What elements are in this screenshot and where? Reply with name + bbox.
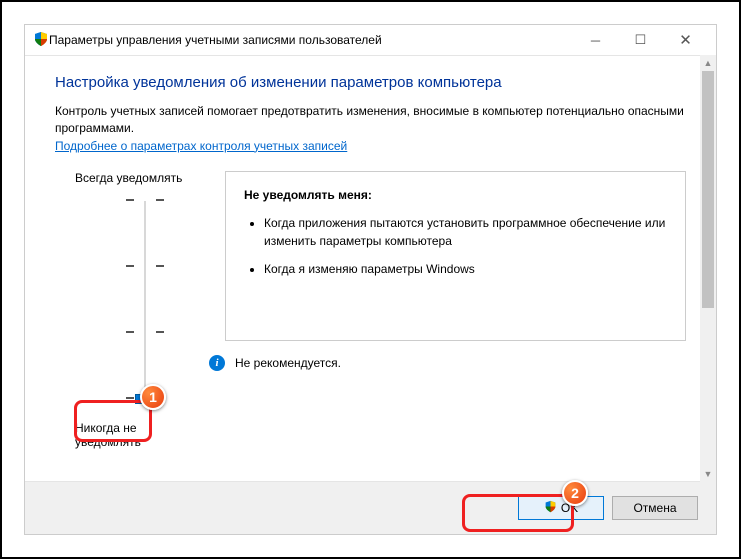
close-button[interactable]: ✕	[663, 25, 708, 55]
page-description: Контроль учетных записей помогает предот…	[55, 103, 686, 137]
annotation-badge-2: 2	[562, 480, 588, 506]
minimize-button[interactable]: ─	[573, 25, 618, 55]
maximize-button[interactable]: ☐	[618, 25, 663, 55]
scrollbar-thumb[interactable]	[702, 71, 714, 308]
ok-button[interactable]: OK	[518, 496, 604, 520]
shield-icon	[33, 31, 49, 50]
titlebar: Параметры управления учетными записями п…	[25, 25, 716, 55]
recommend-text: Не рекомендуется.	[235, 356, 341, 370]
uac-settings-window: Параметры управления учетными записями п…	[24, 24, 717, 535]
cancel-button[interactable]: Отмена	[612, 496, 698, 520]
uac-slider[interactable]	[85, 193, 205, 413]
info-bullet: Когда я изменяю параметры Windows	[264, 260, 667, 278]
footer: OK Отмена	[25, 482, 716, 534]
vertical-scrollbar[interactable]: ▲ ▼	[700, 55, 716, 482]
slider-label-bottom: Никогда не уведомлять	[75, 421, 205, 449]
cancel-label: Отмена	[633, 501, 676, 515]
info-icon: i	[209, 355, 225, 371]
content-area: Настройка уведомления об изменении парам…	[25, 56, 716, 481]
learn-more-link[interactable]: Подробнее о параметрах контроля учетных …	[55, 139, 347, 153]
slider-label-top: Всегда уведомлять	[75, 171, 205, 185]
info-panel: Не уведомлять меня: Когда приложения пыт…	[225, 171, 686, 341]
info-bullet: Когда приложения пытаются установить про…	[264, 214, 667, 250]
annotation-badge-1: 1	[140, 384, 166, 410]
window-title: Параметры управления учетными записями п…	[49, 33, 573, 47]
scroll-up-icon[interactable]: ▲	[700, 55, 716, 71]
scroll-down-icon[interactable]: ▼	[700, 466, 716, 482]
shield-icon	[544, 500, 557, 516]
page-heading: Настройка уведомления об изменении парам…	[55, 74, 686, 91]
info-title: Не уведомлять меня:	[244, 188, 667, 202]
